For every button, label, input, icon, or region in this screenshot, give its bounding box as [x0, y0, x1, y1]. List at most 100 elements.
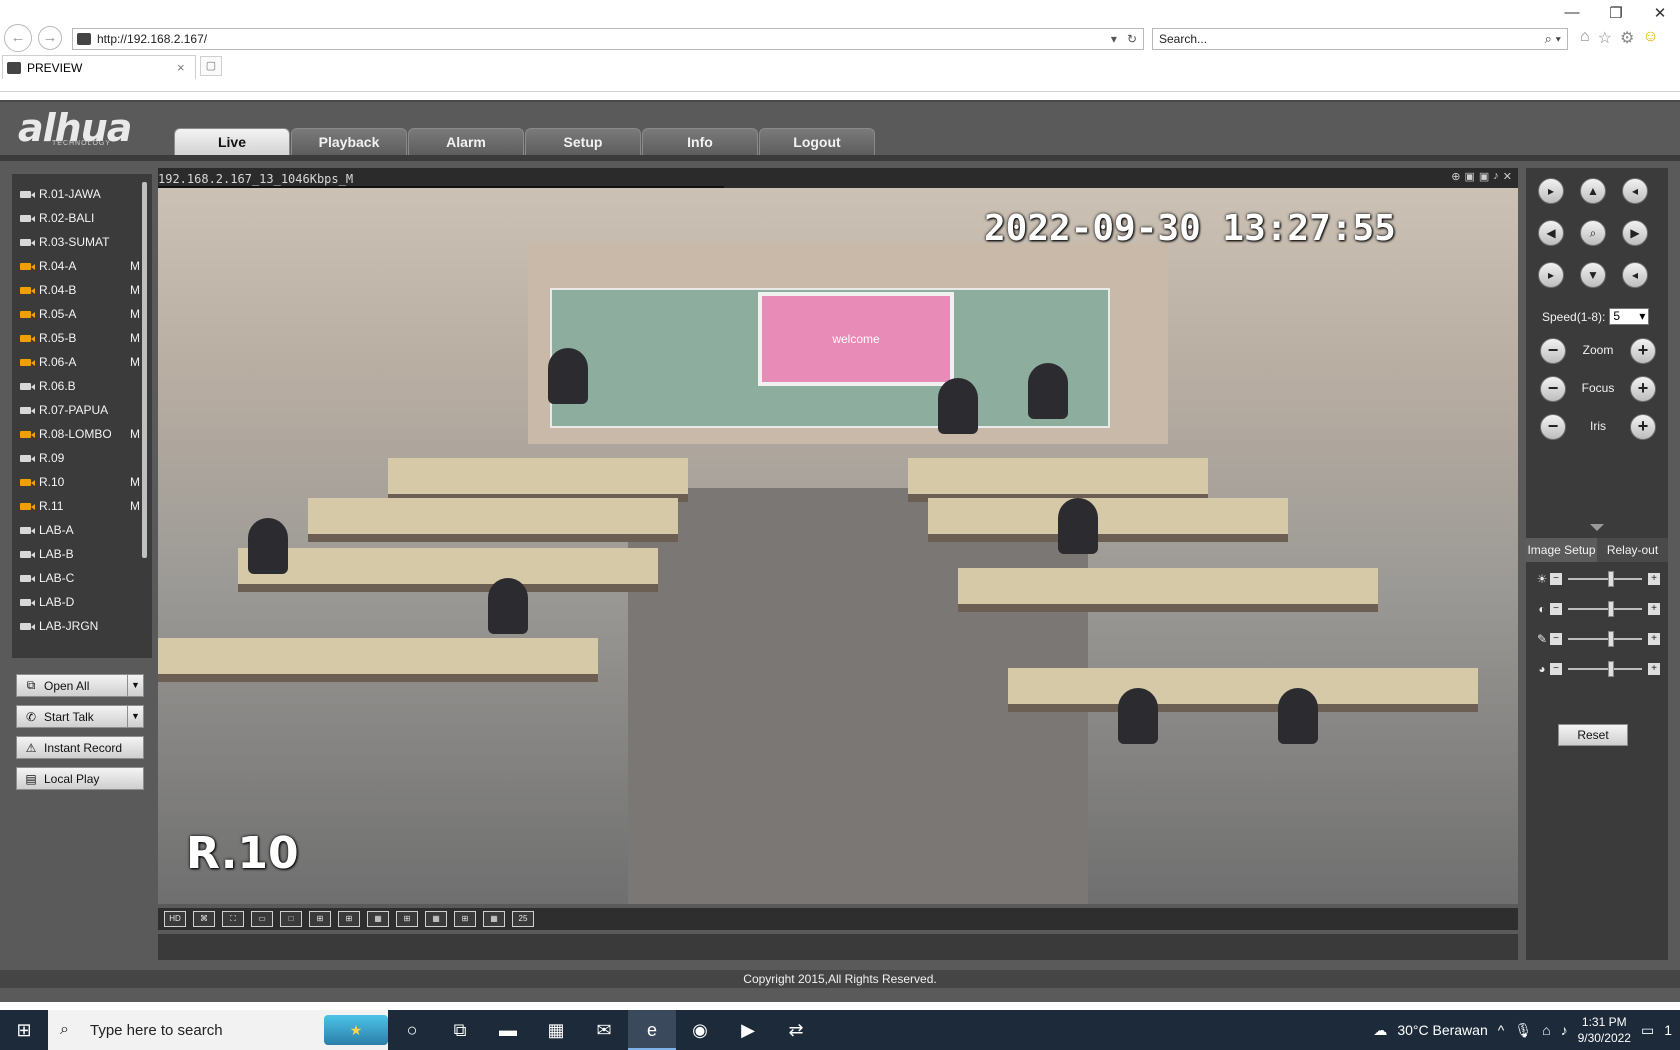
record-icon[interactable]: ▣ — [1479, 170, 1489, 183]
start-talk-dropdown-icon[interactable]: ▼ — [127, 706, 143, 727]
saturation-knob[interactable] — [1608, 631, 1614, 647]
close-window-icon[interactable]: ✕ — [1650, 4, 1670, 22]
ptz-down-icon[interactable]: ▼ — [1580, 262, 1606, 288]
favorites-star-icon[interactable]: ☆ — [1598, 28, 1612, 48]
zoom-app-icon[interactable]: ▶ — [724, 1010, 772, 1050]
mail-icon[interactable]: ✉ — [580, 1010, 628, 1050]
speed-select[interactable]: 5 ▾ — [1609, 308, 1650, 325]
notification-icon[interactable]: ▭ — [1641, 1022, 1654, 1039]
brightness-minus-icon[interactable]: − — [1550, 573, 1562, 585]
channel-item[interactable]: R.11 M — [12, 494, 140, 518]
saturation-plus-icon[interactable]: + — [1648, 633, 1660, 645]
iris-minus-button[interactable]: − — [1540, 414, 1566, 440]
tab-image-setup[interactable]: Image Setup — [1526, 538, 1597, 562]
internet-explorer-icon[interactable]: e — [628, 1010, 676, 1050]
layout-button[interactable]: ⊞ — [309, 911, 331, 927]
channel-item[interactable]: LAB-B — [12, 542, 140, 566]
channel-item[interactable]: R.04-A M — [12, 254, 140, 278]
feedback-smiley-icon[interactable]: ☺ — [1642, 28, 1658, 48]
layout-button[interactable]: ▦ — [483, 911, 505, 927]
layout-button[interactable]: ⛶ — [222, 911, 244, 927]
open-all-dropdown-icon[interactable]: ▼ — [127, 675, 143, 696]
zoom-in-button[interactable]: + — [1630, 338, 1656, 364]
channel-item[interactable]: R.05-B M — [12, 326, 140, 350]
nav-tab-live[interactable]: Live — [174, 128, 290, 155]
focus-plus-button[interactable]: + — [1630, 376, 1656, 402]
hue-minus-icon[interactable]: − — [1550, 663, 1562, 675]
hue-plus-icon[interactable]: + — [1648, 663, 1660, 675]
hue-slider[interactable]: ◕ − + — [1534, 660, 1660, 678]
local-play-button[interactable]: ▤ Local Play — [16, 767, 144, 790]
layout-button[interactable]: ⊞ — [396, 911, 418, 927]
channel-item[interactable]: R.09 — [12, 446, 140, 470]
channel-item[interactable]: R.05-A M — [12, 302, 140, 326]
channel-scrollbar[interactable] — [142, 182, 147, 558]
instant-record-button[interactable]: ⚠ Instant Record — [16, 736, 144, 759]
live-video-frame[interactable]: welcome 2022-09-30 13:27:55 R.10 — [158, 188, 1518, 904]
task-view-icon[interactable]: ⧉ — [436, 1010, 484, 1050]
nav-tab-info[interactable]: Info — [642, 128, 758, 155]
clock[interactable]: 1:31 PM 9/30/2022 — [1578, 1014, 1631, 1046]
tab-relay-out[interactable]: Relay-out — [1597, 538, 1668, 562]
nav-tab-setup[interactable]: Setup — [525, 128, 641, 155]
file-explorer-icon[interactable]: ▬ — [484, 1010, 532, 1050]
contrast-knob[interactable] — [1608, 601, 1614, 617]
zoom-out-button[interactable]: − — [1540, 338, 1566, 364]
open-all-button[interactable]: ⧉ Open All ▼ — [16, 674, 144, 697]
address-dropdown-icon[interactable]: ▾ — [1111, 32, 1117, 46]
search-highlight-icon[interactable]: ★ — [324, 1015, 388, 1045]
layout-button[interactable]: ▦ — [425, 911, 447, 927]
home-icon[interactable]: ⌂ — [1580, 28, 1590, 48]
address-url[interactable]: http://192.168.2.167/ — [97, 32, 1111, 46]
ptz-down-right-icon[interactable]: ◂ — [1622, 262, 1648, 288]
layout-button[interactable]: 25 — [512, 911, 534, 927]
store-icon[interactable]: ▦ — [532, 1010, 580, 1050]
collapse-arrow-icon[interactable] — [1590, 524, 1604, 531]
new-tab-icon[interactable]: ▢ — [200, 56, 222, 76]
ptz-up-left-icon[interactable]: ▸ — [1538, 178, 1564, 204]
ptz-right-icon[interactable]: ▶ — [1622, 220, 1648, 246]
brightness-plus-icon[interactable]: + — [1648, 573, 1660, 585]
contrast-minus-icon[interactable]: − — [1550, 603, 1562, 615]
windows-start-icon[interactable]: ⊞ — [0, 1010, 48, 1050]
browser-search-input[interactable]: Search... — [1159, 32, 1545, 46]
focus-minus-button[interactable]: − — [1540, 376, 1566, 402]
layout-button[interactable]: ⊞ — [454, 911, 476, 927]
ptz-auto-focus-icon[interactable]: ⌕ — [1580, 220, 1606, 246]
search-icon[interactable]: ⌕ ▾ — [1545, 31, 1567, 47]
microphone-icon[interactable]: 🎙 — [1514, 1022, 1532, 1039]
layout-button[interactable]: □ — [280, 911, 302, 927]
channel-item[interactable]: R.02-BALI — [12, 206, 140, 230]
layout-button[interactable]: HD — [164, 911, 186, 927]
layout-button[interactable]: ⊞ — [338, 911, 360, 927]
channel-item[interactable]: LAB-D — [12, 590, 140, 614]
audio-icon[interactable]: ♪ — [1493, 170, 1499, 183]
network-icon[interactable]: ⌂ — [1542, 1022, 1550, 1038]
refresh-icon[interactable]: ↻ — [1127, 32, 1137, 46]
saturation-minus-icon[interactable]: − — [1550, 633, 1562, 645]
tab-close-icon[interactable]: × — [177, 60, 195, 75]
channel-item[interactable]: R.01-JAWA — [12, 182, 140, 206]
address-bar[interactable]: http://192.168.2.167/ ▾ ↻ — [72, 28, 1144, 50]
ptz-up-icon[interactable]: ▲ — [1580, 178, 1606, 204]
channel-item[interactable]: R.04-B M — [12, 278, 140, 302]
iris-plus-button[interactable]: + — [1630, 414, 1656, 440]
teamviewer-icon[interactable]: ⇄ — [772, 1010, 820, 1050]
tray-overflow-icon[interactable]: ^ — [1498, 1022, 1505, 1038]
chrome-icon[interactable]: ◉ — [676, 1010, 724, 1050]
channel-item[interactable]: R.07-PAPUA — [12, 398, 140, 422]
contrast-slider[interactable]: ◐ − + — [1534, 600, 1660, 618]
channel-item[interactable]: R.03-SUMAT — [12, 230, 140, 254]
channel-item[interactable]: R.06.B — [12, 374, 140, 398]
contrast-plus-icon[interactable]: + — [1648, 603, 1660, 615]
volume-icon[interactable]: ♪ — [1561, 1022, 1568, 1038]
weather-text[interactable]: 30°C Berawan — [1397, 1022, 1487, 1038]
nav-tab-alarm[interactable]: Alarm — [408, 128, 524, 155]
snapshot-icon[interactable]: ▣ — [1464, 170, 1474, 183]
browser-tab-preview[interactable]: PREVIEW × — [2, 55, 196, 79]
hue-knob[interactable] — [1608, 661, 1614, 677]
forward-icon[interactable]: → — [38, 26, 62, 50]
taskbar-search-box[interactable]: ⌕ Type here to search ★ — [48, 1010, 388, 1050]
nav-tab-playback[interactable]: Playback — [291, 128, 407, 155]
zoom-in-icon[interactable]: ⊕ — [1451, 170, 1460, 183]
